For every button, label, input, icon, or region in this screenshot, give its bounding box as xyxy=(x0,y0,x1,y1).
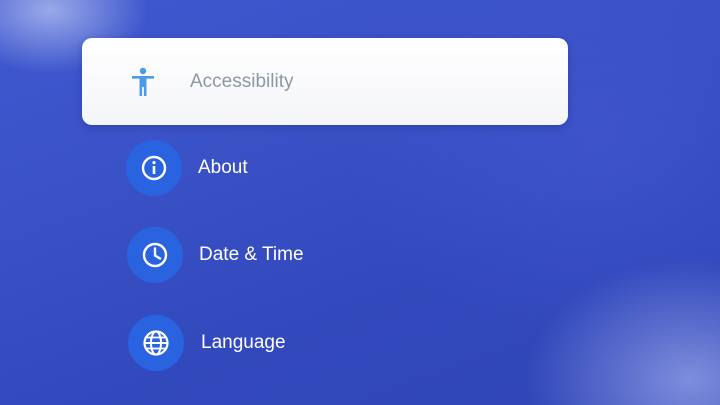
menu-item-label: Language xyxy=(201,332,286,353)
tv-settings-screen: Accessibility About Date & Time Language xyxy=(0,0,720,405)
icon-circle xyxy=(127,227,183,283)
menu-item-date-time[interactable]: Date & Time xyxy=(127,227,304,283)
menu-item-accessibility[interactable]: Accessibility xyxy=(82,38,568,125)
menu-item-about[interactable]: About xyxy=(126,140,248,196)
clock-icon xyxy=(142,242,168,268)
icon-circle xyxy=(126,140,182,196)
accessibility-icon xyxy=(128,67,158,97)
globe-icon xyxy=(142,329,170,357)
icon-circle xyxy=(128,315,184,371)
info-icon xyxy=(141,155,167,181)
menu-item-label: Date & Time xyxy=(199,244,304,265)
menu-item-language[interactable]: Language xyxy=(128,315,286,371)
menu-item-label: Accessibility xyxy=(190,70,294,92)
menu-item-label: About xyxy=(198,157,248,178)
settings-menu-list: Accessibility About Date & Time Language xyxy=(0,0,720,405)
